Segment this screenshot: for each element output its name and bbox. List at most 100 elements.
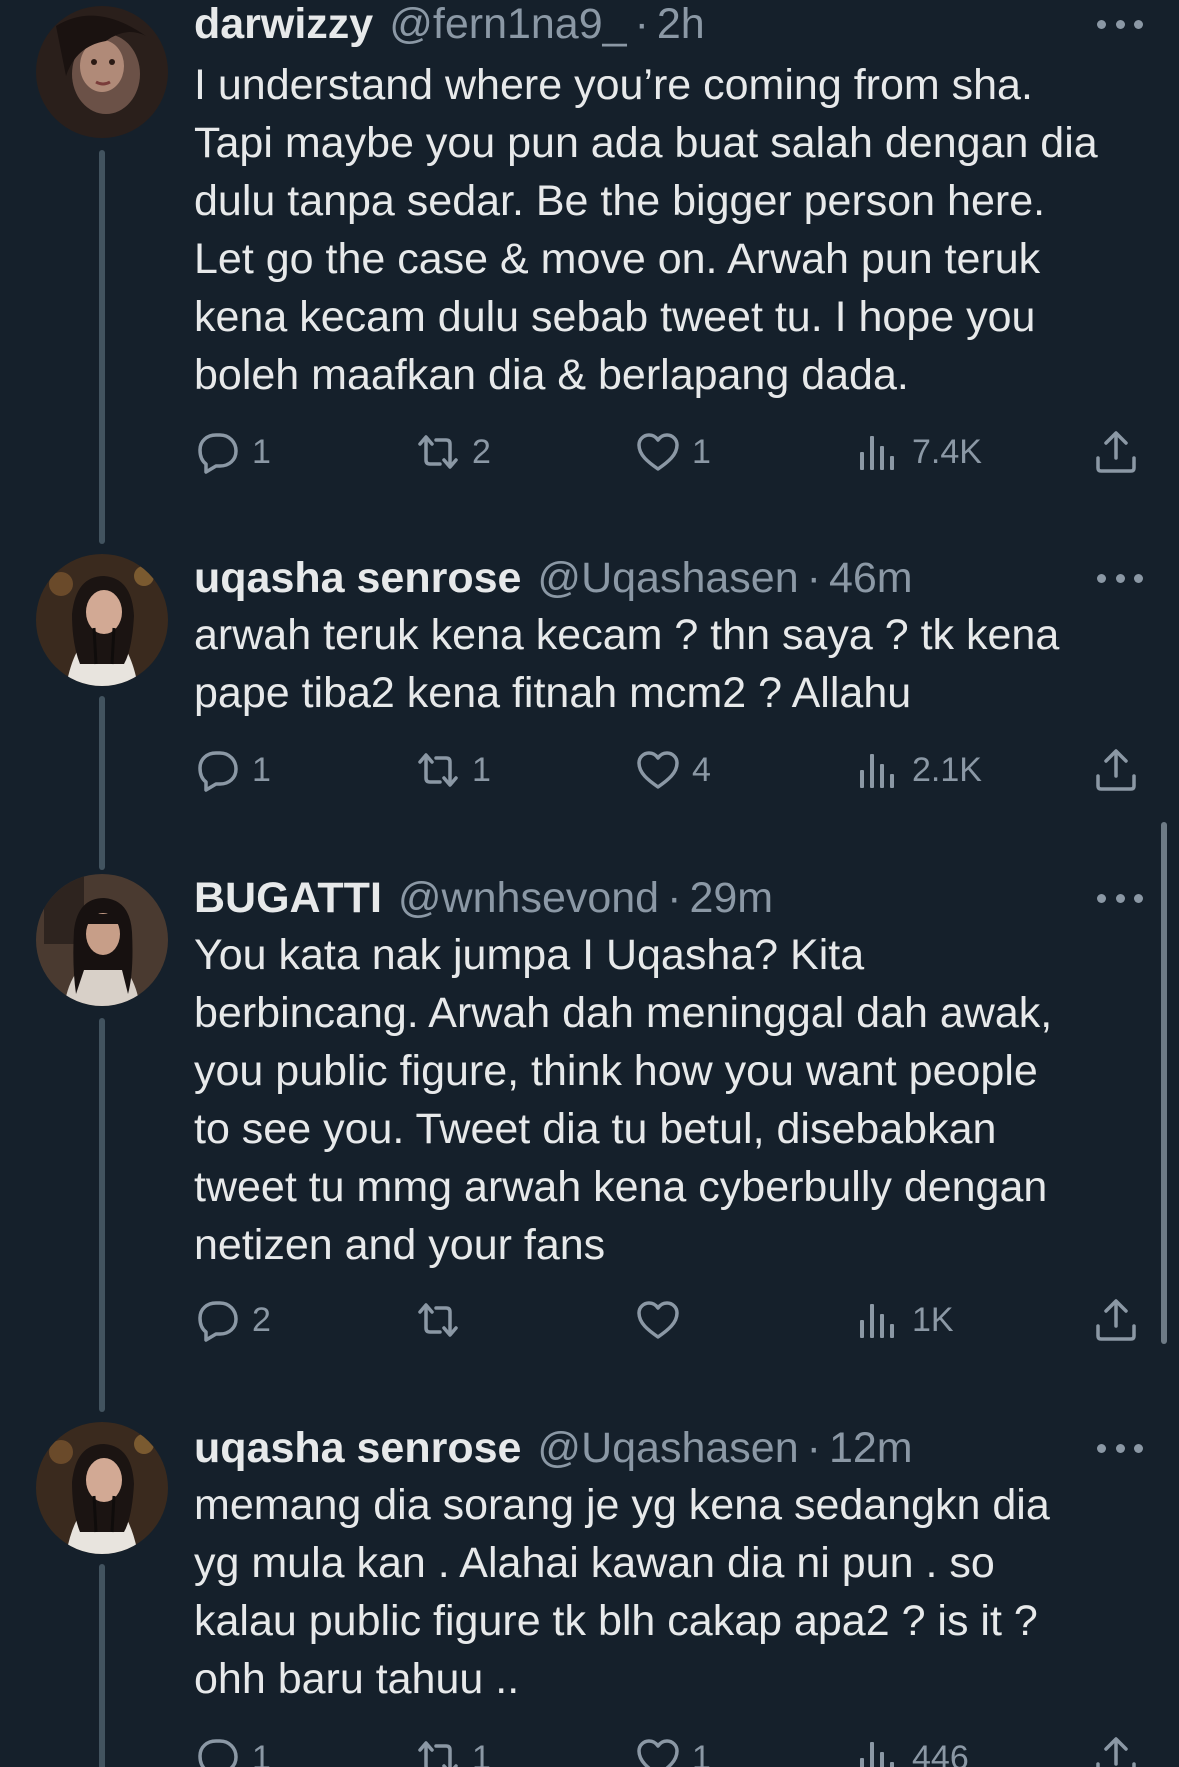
reply-button[interactable]: 1 xyxy=(194,424,271,480)
text-line: yg mula kan . Alahai kawan dia ni pun . … xyxy=(194,1539,995,1587)
tweet-text: arwah teruk kena kecam ? thn saya ? tk k… xyxy=(194,606,1154,722)
separator: · xyxy=(806,1424,821,1472)
avatar[interactable] xyxy=(36,1422,168,1554)
reply-icon xyxy=(198,1301,238,1342)
text-line: Tapi maybe you pun ada buat salah dengan… xyxy=(194,119,1098,167)
timestamp[interactable]: 2h xyxy=(657,0,705,52)
reply-count: 1 xyxy=(252,1738,271,1767)
separator: · xyxy=(634,0,649,48)
share-button[interactable] xyxy=(1092,742,1140,798)
retweet-icon xyxy=(418,753,458,787)
like-count: 4 xyxy=(692,750,711,789)
share-button[interactable] xyxy=(1092,1730,1140,1767)
thread-line xyxy=(99,1018,105,1412)
reply-count: 1 xyxy=(252,750,271,789)
avatar[interactable] xyxy=(36,6,168,138)
views-button[interactable]: 2.1K xyxy=(854,742,982,798)
tweet[interactable]: uqasha senrose @Uqashasen · 46m arwah te… xyxy=(0,550,1179,870)
action-bar: 2 1K xyxy=(194,1292,1144,1348)
reply-button[interactable]: 2 xyxy=(194,1292,271,1348)
reply-icon xyxy=(198,433,238,474)
tweet-thread: darwizzy @fern1na9_ · 2h I understand wh… xyxy=(0,0,1179,1767)
views-button[interactable]: 1K xyxy=(854,1292,954,1348)
heart-icon xyxy=(637,1301,679,1339)
view-count: 2.1K xyxy=(912,750,982,789)
text-line: tweet tu mmg arwah kena cyberbully denga… xyxy=(194,1163,1048,1211)
tweet[interactable]: uqasha senrose @Uqashasen · 12m memang d… xyxy=(0,1418,1179,1767)
text-line: you public figure, think how you want pe… xyxy=(194,1047,1038,1095)
views-icon xyxy=(860,754,894,788)
avatar[interactable] xyxy=(36,554,168,686)
text-line: kalau public figure tk blh cakap apa2 ? … xyxy=(194,1597,1038,1645)
like-button[interactable]: 4 xyxy=(634,742,711,798)
reply-icon xyxy=(198,751,238,792)
view-count: 1K xyxy=(912,1300,954,1339)
display-name[interactable]: BUGATTI xyxy=(194,870,382,926)
avatar[interactable] xyxy=(36,874,168,1006)
reply-icon xyxy=(198,1739,238,1767)
separator: · xyxy=(806,554,821,602)
text-line: boleh maafkan dia & berlapang dada. xyxy=(194,351,909,399)
text-line: Let go the case & move on. Arwah pun ter… xyxy=(194,235,1041,283)
timestamp[interactable]: 46m xyxy=(829,550,913,606)
retweet-icon xyxy=(418,1741,458,1767)
tweet-header: BUGATTI @wnhsevond · 29m xyxy=(194,870,1139,926)
more-icon[interactable] xyxy=(1097,1438,1143,1458)
text-line: ohh baru tahuu .. xyxy=(194,1655,520,1703)
share-button[interactable] xyxy=(1092,1292,1140,1348)
timestamp[interactable]: 29m xyxy=(689,870,773,926)
tweet-text: You kata nak jumpa I Uqasha? Kita berbin… xyxy=(194,926,1154,1274)
like-button[interactable]: 1 xyxy=(634,1730,711,1767)
reply-button[interactable]: 1 xyxy=(194,1730,271,1767)
handle[interactable]: @wnhsevond xyxy=(398,870,659,926)
reply-count: 1 xyxy=(252,432,271,471)
like-button[interactable] xyxy=(634,1292,692,1348)
view-count: 446 xyxy=(912,1738,969,1767)
text-line: pape tiba2 kena fitnah mcm2 ? Allahu xyxy=(194,669,912,717)
reply-count: 2 xyxy=(252,1300,271,1339)
heart-icon xyxy=(637,433,679,471)
views-icon xyxy=(860,1304,894,1338)
retweet-button[interactable] xyxy=(414,1292,472,1348)
display-name[interactable]: darwizzy xyxy=(194,0,373,52)
thread-line xyxy=(99,696,105,870)
retweet-button[interactable]: 1 xyxy=(414,1730,491,1767)
heart-icon xyxy=(637,751,679,789)
timestamp[interactable]: 12m xyxy=(829,1420,913,1476)
more-icon[interactable] xyxy=(1097,888,1143,908)
tweet-header: uqasha senrose @Uqashasen · 12m xyxy=(194,1420,1139,1476)
like-button[interactable]: 1 xyxy=(634,424,711,480)
action-bar: 1 2 1 7.4K xyxy=(194,424,1144,480)
views-button[interactable]: 7.4K xyxy=(854,424,982,480)
retweet-count: 1 xyxy=(472,1738,491,1767)
tweet-text: I understand where you’re coming from sh… xyxy=(194,56,1154,404)
like-count: 1 xyxy=(692,1738,711,1767)
display-name[interactable]: uqasha senrose xyxy=(194,1420,521,1476)
retweet-count: 1 xyxy=(472,750,491,789)
handle[interactable]: @Uqashasen xyxy=(537,550,798,606)
more-icon[interactable] xyxy=(1097,568,1143,588)
scrollbar[interactable] xyxy=(1161,822,1167,1344)
thread-line xyxy=(99,1564,105,1767)
views-button[interactable]: 446 xyxy=(854,1730,969,1767)
retweet-icon xyxy=(418,1303,458,1337)
reply-button[interactable]: 1 xyxy=(194,742,271,798)
tweet[interactable]: BUGATTI @wnhsevond · 29m You kata nak ju… xyxy=(0,868,1179,1412)
share-icon xyxy=(1096,431,1136,473)
text-line: netizen and your fans xyxy=(194,1221,606,1269)
handle[interactable]: @Uqashasen xyxy=(537,1420,798,1476)
text-line: to see you. Tweet dia tu betul, disebabk… xyxy=(194,1105,997,1153)
handle[interactable]: @fern1na9_ xyxy=(389,0,626,52)
display-name[interactable]: uqasha senrose xyxy=(194,550,521,606)
more-icon[interactable] xyxy=(1097,14,1143,34)
share-button[interactable] xyxy=(1092,424,1140,480)
retweet-button[interactable]: 2 xyxy=(414,424,491,480)
retweet-button[interactable]: 1 xyxy=(414,742,491,798)
share-icon xyxy=(1096,1737,1136,1767)
text-line: kena kecam dulu sebab tweet tu. I hope y… xyxy=(194,293,1036,341)
views-icon xyxy=(860,1742,894,1767)
retweet-count: 2 xyxy=(472,432,491,471)
thread-line xyxy=(99,150,105,544)
tweet[interactable]: darwizzy @fern1na9_ · 2h I understand wh… xyxy=(0,0,1179,544)
text-line: I understand where you’re coming from sh… xyxy=(194,61,1033,109)
